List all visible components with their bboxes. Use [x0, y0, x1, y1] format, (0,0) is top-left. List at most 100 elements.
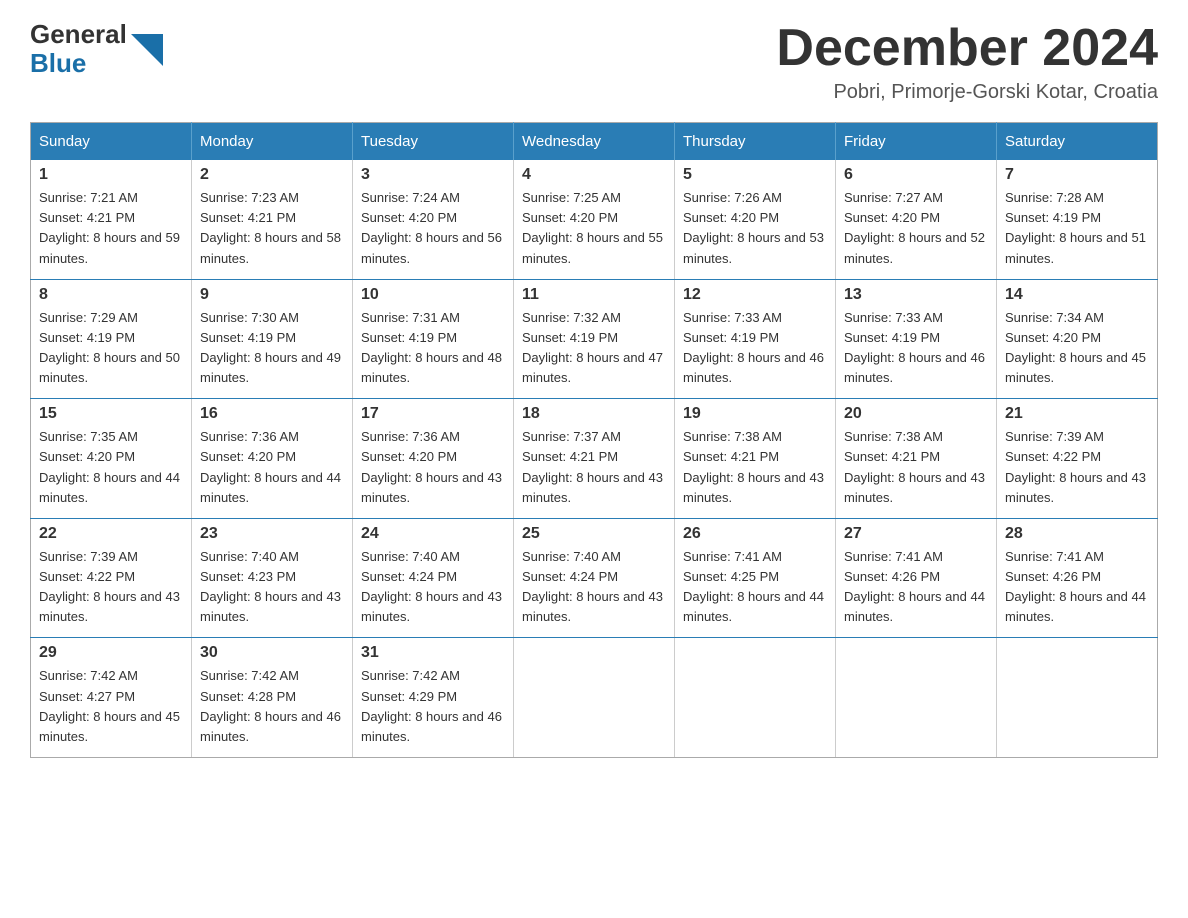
calendar-cell: 14 Sunrise: 7:34 AMSunset: 4:20 PMDayligh… — [997, 279, 1158, 399]
day-number: 27 — [844, 525, 988, 543]
day-number: 29 — [39, 644, 183, 662]
day-info: Sunrise: 7:42 AMSunset: 4:29 PMDaylight:… — [361, 666, 505, 747]
calendar-cell: 16 Sunrise: 7:36 AMSunset: 4:20 PMDayligh… — [192, 399, 353, 519]
day-info: Sunrise: 7:24 AMSunset: 4:20 PMDaylight:… — [361, 188, 505, 269]
day-info: Sunrise: 7:34 AMSunset: 4:20 PMDaylight:… — [1005, 308, 1149, 389]
week-row-1: 1 Sunrise: 7:21 AMSunset: 4:21 PMDaylight… — [31, 160, 1158, 279]
day-info: Sunrise: 7:32 AMSunset: 4:19 PMDaylight:… — [522, 308, 666, 389]
day-info: Sunrise: 7:40 AMSunset: 4:24 PMDaylight:… — [361, 547, 505, 628]
logo-general: General — [30, 20, 127, 49]
calendar-cell: 6 Sunrise: 7:27 AMSunset: 4:20 PMDaylight… — [836, 160, 997, 279]
title-section: December 2024 Pobri, Primorje-Gorski Kot… — [776, 20, 1158, 104]
calendar-cell — [514, 638, 675, 758]
calendar-cell: 21 Sunrise: 7:39 AMSunset: 4:22 PMDayligh… — [997, 399, 1158, 519]
calendar-table: SundayMondayTuesdayWednesdayThursdayFrid… — [30, 122, 1158, 758]
day-number: 6 — [844, 166, 988, 184]
day-number: 5 — [683, 166, 827, 184]
day-info: Sunrise: 7:40 AMSunset: 4:23 PMDaylight:… — [200, 547, 344, 628]
day-number: 23 — [200, 525, 344, 543]
calendar-cell: 9Sunrise: 7:30 AMSunset: 4:19 PMDaylight… — [192, 279, 353, 399]
calendar-cell: 19Sunrise: 7:38 AMSunset: 4:21 PMDayligh… — [675, 399, 836, 519]
day-number: 25 — [522, 525, 666, 543]
day-number: 13 — [844, 286, 988, 304]
calendar-cell: 25Sunrise: 7:40 AMSunset: 4:24 PMDayligh… — [514, 518, 675, 638]
month-title: December 2024 — [776, 20, 1158, 77]
day-number: 31 — [361, 644, 505, 662]
day-number: 21 — [1005, 405, 1149, 423]
calendar-cell: 3 Sunrise: 7:24 AMSunset: 4:20 PMDaylight… — [353, 160, 514, 279]
day-number: 28 — [1005, 525, 1149, 543]
calendar-cell: 10 Sunrise: 7:31 AMSunset: 4:19 PMDayligh… — [353, 279, 514, 399]
day-info: Sunrise: 7:26 AMSunset: 4:20 PMDaylight:… — [683, 188, 827, 269]
day-info: Sunrise: 7:36 AMSunset: 4:20 PMDaylight:… — [361, 427, 505, 508]
day-info: Sunrise: 7:41 AMSunset: 4:26 PMDaylight:… — [1005, 547, 1149, 628]
calendar-cell — [675, 638, 836, 758]
header-friday: Friday — [836, 123, 997, 161]
logo-blue: Blue — [30, 49, 127, 78]
calendar-cell: 27 Sunrise: 7:41 AMSunset: 4:26 PMDayligh… — [836, 518, 997, 638]
header-thursday: Thursday — [675, 123, 836, 161]
calendar-cell — [836, 638, 997, 758]
header-tuesday: Tuesday — [353, 123, 514, 161]
day-info: Sunrise: 7:28 AMSunset: 4:19 PMDaylight:… — [1005, 188, 1149, 269]
calendar-cell: 18Sunrise: 7:37 AMSunset: 4:21 PMDayligh… — [514, 399, 675, 519]
day-number: 14 — [1005, 286, 1149, 304]
calendar-cell: 13 Sunrise: 7:33 AMSunset: 4:19 PMDayligh… — [836, 279, 997, 399]
day-info: Sunrise: 7:30 AMSunset: 4:19 PMDaylight:… — [200, 308, 344, 389]
week-row-2: 8 Sunrise: 7:29 AMSunset: 4:19 PMDaylight… — [31, 279, 1158, 399]
calendar-cell: 8 Sunrise: 7:29 AMSunset: 4:19 PMDaylight… — [31, 279, 192, 399]
calendar-cell: 29 Sunrise: 7:42 AMSunset: 4:27 PMDayligh… — [31, 638, 192, 758]
calendar-cell: 20 Sunrise: 7:38 AMSunset: 4:21 PMDayligh… — [836, 399, 997, 519]
day-number: 4 — [522, 166, 666, 184]
day-info: Sunrise: 7:39 AMSunset: 4:22 PMDaylight:… — [1005, 427, 1149, 508]
calendar-cell: 7 Sunrise: 7:28 AMSunset: 4:19 PMDaylight… — [997, 160, 1158, 279]
calendar-cell: 26Sunrise: 7:41 AMSunset: 4:25 PMDayligh… — [675, 518, 836, 638]
week-row-4: 22 Sunrise: 7:39 AMSunset: 4:22 PMDayligh… — [31, 518, 1158, 638]
calendar-cell: 31 Sunrise: 7:42 AMSunset: 4:29 PMDayligh… — [353, 638, 514, 758]
day-number: 8 — [39, 286, 183, 304]
day-info: Sunrise: 7:42 AMSunset: 4:27 PMDaylight:… — [39, 666, 183, 747]
calendar-cell: 5 Sunrise: 7:26 AMSunset: 4:20 PMDaylight… — [675, 160, 836, 279]
location-subtitle: Pobri, Primorje-Gorski Kotar, Croatia — [776, 81, 1158, 104]
calendar-header-row: SundayMondayTuesdayWednesdayThursdayFrid… — [31, 123, 1158, 161]
day-number: 30 — [200, 644, 344, 662]
header-saturday: Saturday — [997, 123, 1158, 161]
day-info: Sunrise: 7:21 AMSunset: 4:21 PMDaylight:… — [39, 188, 183, 269]
day-number: 3 — [361, 166, 505, 184]
day-number: 16 — [200, 405, 344, 423]
calendar-cell: 17Sunrise: 7:36 AMSunset: 4:20 PMDayligh… — [353, 399, 514, 519]
day-number: 2 — [200, 166, 344, 184]
calendar-cell: 2 Sunrise: 7:23 AMSunset: 4:21 PMDaylight… — [192, 160, 353, 279]
day-info: Sunrise: 7:35 AMSunset: 4:20 PMDaylight:… — [39, 427, 183, 508]
day-number: 22 — [39, 525, 183, 543]
day-number: 10 — [361, 286, 505, 304]
day-info: Sunrise: 7:33 AMSunset: 4:19 PMDaylight:… — [683, 308, 827, 389]
header-sunday: Sunday — [31, 123, 192, 161]
day-number: 15 — [39, 405, 183, 423]
logo: General Blue — [30, 20, 163, 77]
calendar-cell: 12 Sunrise: 7:33 AMSunset: 4:19 PMDayligh… — [675, 279, 836, 399]
day-info: Sunrise: 7:39 AMSunset: 4:22 PMDaylight:… — [39, 547, 183, 628]
day-number: 11 — [522, 286, 666, 304]
calendar-cell: 24Sunrise: 7:40 AMSunset: 4:24 PMDayligh… — [353, 518, 514, 638]
day-info: Sunrise: 7:33 AMSunset: 4:19 PMDaylight:… — [844, 308, 988, 389]
day-number: 7 — [1005, 166, 1149, 184]
day-info: Sunrise: 7:41 AMSunset: 4:26 PMDaylight:… — [844, 547, 988, 628]
day-number: 20 — [844, 405, 988, 423]
day-info: Sunrise: 7:31 AMSunset: 4:19 PMDaylight:… — [361, 308, 505, 389]
day-info: Sunrise: 7:41 AMSunset: 4:25 PMDaylight:… — [683, 547, 827, 628]
day-number: 18 — [522, 405, 666, 423]
day-info: Sunrise: 7:29 AMSunset: 4:19 PMDaylight:… — [39, 308, 183, 389]
calendar-cell: 15 Sunrise: 7:35 AMSunset: 4:20 PMDayligh… — [31, 399, 192, 519]
calendar-cell: 23 Sunrise: 7:40 AMSunset: 4:23 PMDayligh… — [192, 518, 353, 638]
day-info: Sunrise: 7:36 AMSunset: 4:20 PMDaylight:… — [200, 427, 344, 508]
day-info: Sunrise: 7:27 AMSunset: 4:20 PMDaylight:… — [844, 188, 988, 269]
day-number: 1 — [39, 166, 183, 184]
day-info: Sunrise: 7:42 AMSunset: 4:28 PMDaylight:… — [200, 666, 344, 747]
day-info: Sunrise: 7:38 AMSunset: 4:21 PMDaylight:… — [844, 427, 988, 508]
week-row-3: 15 Sunrise: 7:35 AMSunset: 4:20 PMDayligh… — [31, 399, 1158, 519]
header-monday: Monday — [192, 123, 353, 161]
calendar-cell: 4Sunrise: 7:25 AMSunset: 4:20 PMDaylight… — [514, 160, 675, 279]
day-number: 12 — [683, 286, 827, 304]
day-info: Sunrise: 7:23 AMSunset: 4:21 PMDaylight:… — [200, 188, 344, 269]
